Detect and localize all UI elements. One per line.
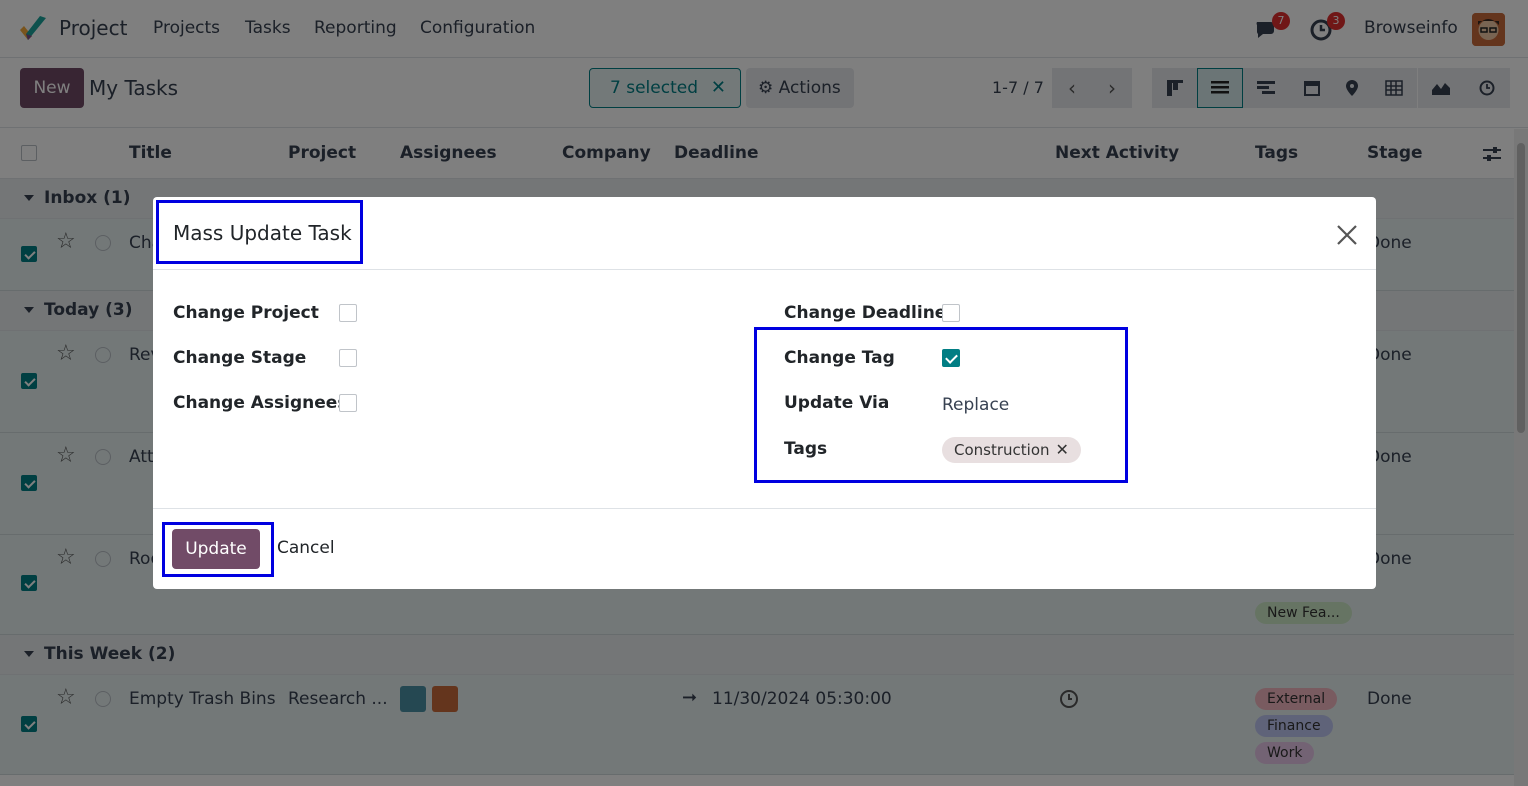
change-deadline-label: Change Deadline [784,303,947,323]
change-tag-checkbox[interactable] [942,349,960,367]
change-stage-label: Change Stage [173,348,307,368]
dialog-header-divider [153,269,1376,270]
close-icon[interactable] [1333,221,1361,249]
update-via-select[interactable]: Replace [942,395,1009,415]
change-project-checkbox[interactable] [339,304,357,322]
tags-label: Tags [784,439,828,459]
highlight-title-box [156,200,363,264]
change-assignees-label: Change Assignees [173,393,348,413]
mass-update-dialog: Mass Update Task Change Project Change S… [153,197,1376,589]
change-stage-checkbox[interactable] [339,349,357,367]
change-assignees-checkbox[interactable] [339,394,357,412]
change-tag-label: Change Tag [784,348,895,368]
tag-chip: Construction ✕ [942,437,1081,463]
update-button[interactable]: Update [172,529,260,569]
change-deadline-checkbox[interactable] [942,304,960,322]
cancel-button[interactable]: Cancel [277,538,335,558]
update-via-label: Update Via [784,393,890,413]
tag-chip-label: Construction [954,441,1050,459]
remove-tag-icon[interactable]: ✕ [1056,440,1069,459]
dialog-footer-divider [153,508,1376,509]
change-project-label: Change Project [173,303,319,323]
